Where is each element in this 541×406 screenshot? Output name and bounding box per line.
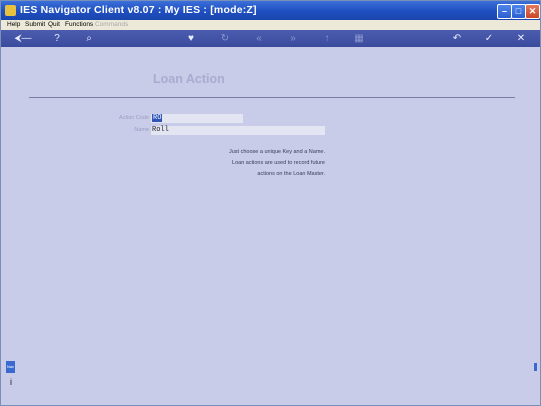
menu-commands[interactable]: Commands	[95, 21, 128, 28]
action-code-value: RO	[152, 114, 163, 122]
refresh-icon[interactable]: ↻	[219, 32, 231, 45]
grid-icon[interactable]: ▦	[353, 32, 365, 45]
title-bar[interactable]: IES Navigator Client v8.07 : My IES : [m…	[1, 1, 540, 20]
form-canvas: Loan Action Action Code RO Name Roll Jus…	[1, 47, 540, 405]
page-title: Loan Action	[153, 72, 225, 86]
name-label: Name	[134, 127, 149, 133]
menu-submit[interactable]: Submit	[25, 21, 45, 28]
action-code-label: Action Code	[119, 115, 149, 121]
action-code-field[interactable]: RO	[151, 114, 243, 123]
window-title: IES Navigator Client v8.07 : My IES : [m…	[20, 4, 257, 16]
menu-bar: Help Submit Quit Functions Commands	[1, 20, 540, 30]
back-icon[interactable]: «	[253, 32, 265, 45]
note-line-1: Just choose a unique Key and a Name.	[228, 149, 325, 155]
app-icon	[5, 5, 16, 16]
undo-icon[interactable]: ↶	[451, 32, 463, 45]
toolbar: ⮜— ? ⌕ ♥ ↻ « » ↑ ▦ ↶ ✓ ✕	[1, 30, 540, 47]
forward-icon[interactable]: »	[287, 32, 299, 45]
side-nav-tab[interactable]: Nav	[6, 361, 15, 373]
search-icon[interactable]: ⌕	[83, 32, 95, 45]
up-icon[interactable]: ↑	[321, 32, 333, 45]
app-window: IES Navigator Client v8.07 : My IES : [m…	[0, 0, 541, 406]
cancel-icon[interactable]: ✕	[515, 32, 527, 45]
heart-icon[interactable]: ♥	[185, 32, 197, 45]
help-icon[interactable]: ?	[51, 32, 63, 45]
info-icon[interactable]: i	[10, 377, 12, 387]
ok-icon[interactable]: ✓	[483, 32, 495, 45]
name-field[interactable]: Roll	[151, 126, 325, 135]
note-line-2: Loan actions are used to record future	[232, 160, 325, 166]
close-button[interactable]: ✕	[525, 4, 540, 19]
right-scroll-marker[interactable]	[534, 363, 537, 371]
key-icon[interactable]: ⮜—	[11, 32, 35, 45]
menu-functions[interactable]: Functions	[65, 21, 93, 28]
menu-quit[interactable]: Quit	[48, 21, 60, 28]
menu-help[interactable]: Help	[7, 21, 20, 28]
title-divider	[29, 97, 515, 98]
minimize-button[interactable]: –	[497, 4, 512, 19]
maximize-button[interactable]: □	[511, 4, 526, 19]
note-line-3: actions on the Loan Master.	[257, 171, 325, 177]
